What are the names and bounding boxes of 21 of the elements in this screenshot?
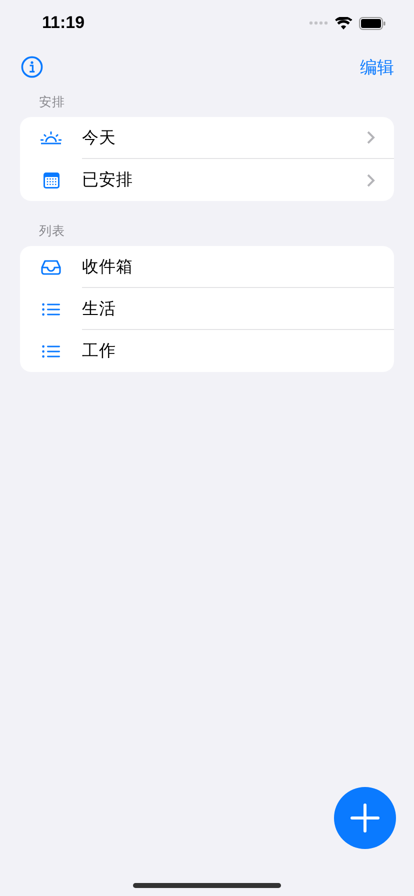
battery-icon	[359, 16, 386, 30]
list-item[interactable]: 工作	[82, 340, 116, 362]
signal-icon	[309, 21, 328, 25]
list-item[interactable]: 今天	[82, 126, 116, 148]
plus-icon	[350, 803, 380, 833]
wifi-icon	[335, 16, 352, 30]
section-header: 安排	[38, 94, 66, 111]
section-header: 列表	[38, 223, 66, 240]
list-item[interactable]: 收件箱	[82, 256, 133, 278]
sunrise-icon	[40, 131, 62, 145]
list-item[interactable]: 生活	[82, 298, 116, 320]
calendar-icon	[42, 172, 60, 188]
list-icon	[42, 344, 60, 358]
chevron-icon	[367, 174, 375, 186]
chevron-icon	[367, 131, 375, 144]
inbox-icon	[41, 260, 61, 274]
status-time: 11:19	[42, 13, 85, 33]
list-item[interactable]: 已安排	[82, 169, 133, 191]
list-icon	[42, 302, 60, 316]
info-icon[interactable]	[21, 56, 43, 78]
edit-button[interactable]: 编辑	[360, 56, 394, 78]
